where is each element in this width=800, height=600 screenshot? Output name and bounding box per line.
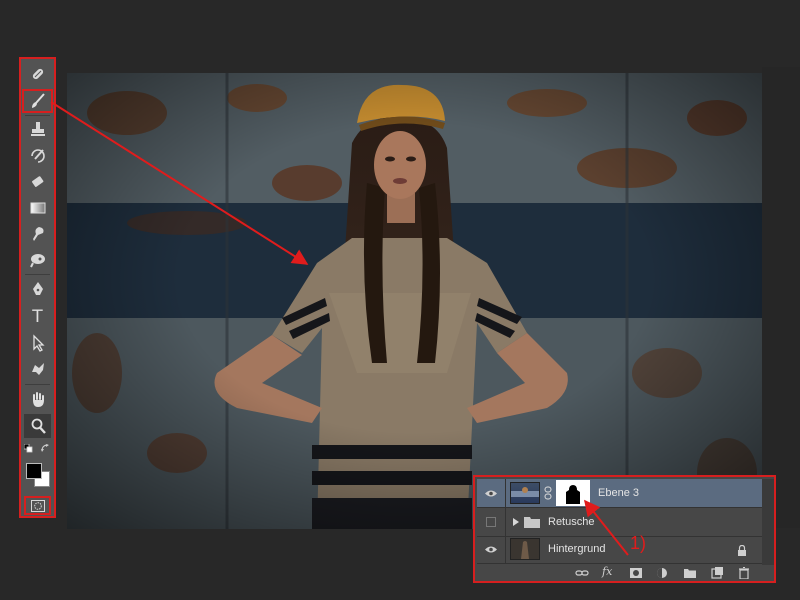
- spot-healing-brush-icon[interactable]: [24, 62, 51, 86]
- folder-icon[interactable]: [683, 567, 697, 579]
- layers-footer: fx: [477, 565, 774, 581]
- foreground-color-swatch[interactable]: [26, 463, 42, 479]
- mask-icon[interactable]: [629, 567, 643, 579]
- pen-icon[interactable]: [24, 277, 51, 301]
- eye-icon: [485, 490, 497, 496]
- dodge-icon[interactable]: [24, 248, 51, 272]
- trash-icon[interactable]: [737, 567, 751, 579]
- hidden-indicator: [486, 517, 496, 527]
- canvas-gutter: [762, 67, 800, 528]
- layer-thumbnail[interactable]: [510, 538, 540, 560]
- layer-row-retusche[interactable]: Retusche: [477, 508, 762, 537]
- brush-icon[interactable]: [22, 89, 53, 113]
- link-icon[interactable]: [575, 567, 589, 579]
- tools-panel: T: [19, 57, 56, 518]
- lock-icon[interactable]: [737, 545, 747, 556]
- visibility-toggle[interactable]: [477, 479, 506, 507]
- layer-row-ebene-3[interactable]: Ebene 3: [477, 479, 762, 508]
- layers-scrollbar[interactable]: [762, 479, 774, 565]
- hand-icon[interactable]: [24, 388, 51, 412]
- layer-thumbnail[interactable]: [510, 482, 540, 504]
- visibility-toggle[interactable]: [477, 508, 506, 536]
- canvas-photo[interactable]: [67, 73, 762, 529]
- layer-name[interactable]: Ebene 3: [598, 487, 639, 499]
- eye-icon: [485, 546, 497, 552]
- history-brush-icon[interactable]: [24, 144, 51, 168]
- callout-label: 1): [630, 533, 647, 553]
- expand-triangle-icon[interactable]: [512, 518, 520, 526]
- adjustment-icon[interactable]: [655, 567, 669, 579]
- layer-row-hintergrund[interactable]: Hintergrund: [477, 535, 762, 564]
- eraser-icon[interactable]: [24, 170, 51, 194]
- gradient-icon[interactable]: [24, 196, 51, 220]
- new-layer-icon[interactable]: [710, 567, 724, 579]
- path-selection-icon[interactable]: [24, 331, 51, 355]
- swap-colors-icon[interactable]: [41, 444, 50, 453]
- quick-mask-icon[interactable]: [24, 496, 51, 515]
- smudge-icon[interactable]: [24, 222, 51, 246]
- custom-shape-icon[interactable]: [24, 357, 51, 381]
- default-colors-icon[interactable]: [24, 444, 33, 453]
- layer-name[interactable]: Retusche: [548, 516, 594, 528]
- photo-image: [67, 73, 762, 529]
- folder-icon: [524, 517, 540, 528]
- fx-icon[interactable]: fx: [602, 565, 612, 578]
- visibility-toggle[interactable]: [477, 535, 506, 563]
- layer-name[interactable]: Hintergrund: [548, 543, 605, 555]
- type-glyph: T: [32, 307, 43, 327]
- zoom-icon[interactable]: [24, 414, 51, 438]
- clone-stamp-icon[interactable]: [24, 117, 51, 141]
- mask-link-icon[interactable]: [543, 486, 553, 500]
- layers-panel: Ebene 3 Retusche Hintergrund fx: [473, 475, 776, 583]
- type-icon[interactable]: T: [24, 305, 51, 329]
- layer-mask-thumbnail[interactable]: [556, 480, 590, 506]
